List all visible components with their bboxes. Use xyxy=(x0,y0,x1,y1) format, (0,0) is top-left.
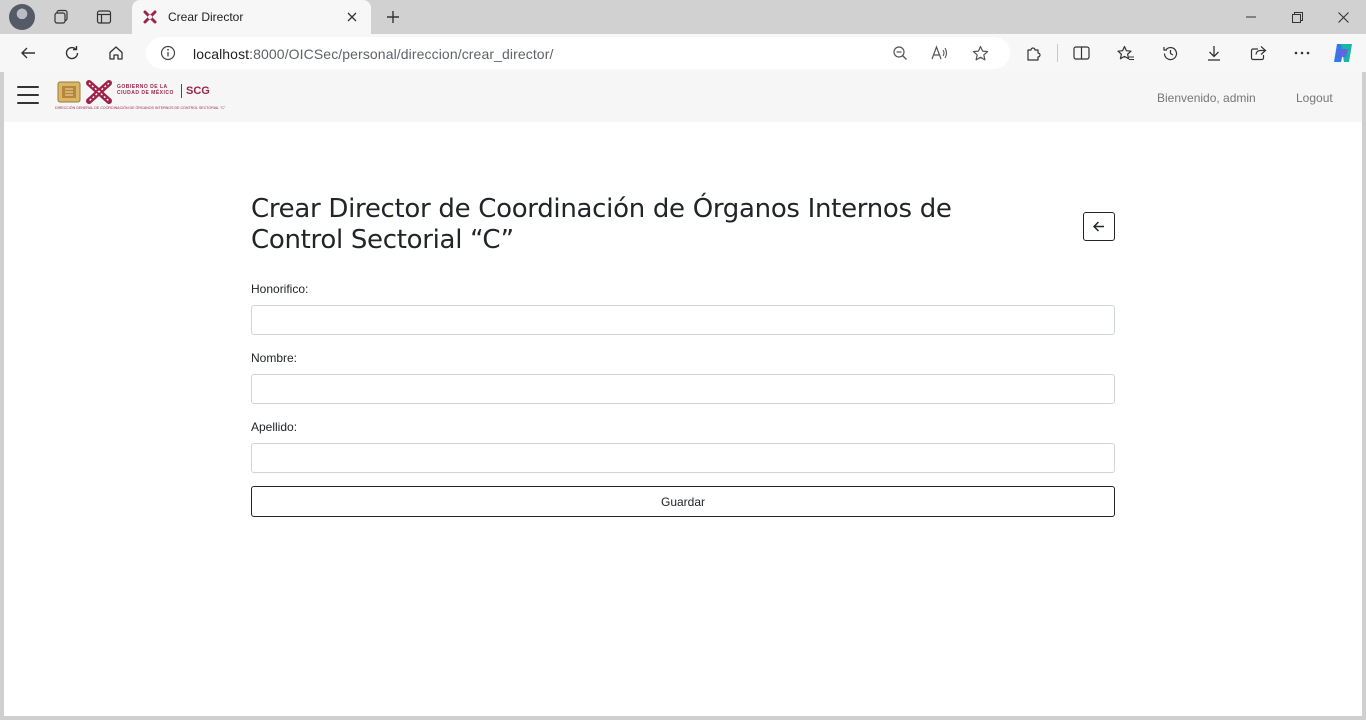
more-options-icon[interactable] xyxy=(1286,38,1318,68)
favorites-icon[interactable] xyxy=(1110,38,1142,68)
close-tab-icon[interactable] xyxy=(341,6,363,28)
back-nav-icon[interactable] xyxy=(12,38,44,68)
read-aloud-icon[interactable] xyxy=(926,41,954,65)
profile-avatar[interactable] xyxy=(9,4,35,30)
hamburger-menu-icon[interactable] xyxy=(17,86,39,108)
logo-line-2: CIUDAD DE MÉXICO xyxy=(117,90,174,96)
site-logo[interactable]: GOBIERNO DE LA CIUDAD DE MÉXICO SCG DIRE… xyxy=(54,80,226,111)
refresh-icon[interactable] xyxy=(56,38,88,68)
logout-link[interactable]: Logout xyxy=(1296,91,1333,105)
honorifico-label: Honorifico: xyxy=(251,282,309,296)
nombre-input[interactable] xyxy=(251,374,1115,404)
honorifico-input[interactable] xyxy=(251,305,1115,335)
downloads-icon[interactable] xyxy=(1198,38,1230,68)
browser-titlebar: Crear Director xyxy=(0,0,1366,34)
extensions-icon[interactable] xyxy=(1017,38,1049,68)
share-icon[interactable] xyxy=(1242,38,1274,68)
save-button[interactable]: Guardar xyxy=(251,486,1115,517)
tab-actions-icon[interactable] xyxy=(89,3,119,31)
tab-title: Crear Director xyxy=(168,10,244,24)
favorite-star-icon[interactable] xyxy=(966,41,994,65)
site-info-icon[interactable] xyxy=(160,45,176,61)
welcome-text: Bienvenido, admin xyxy=(1157,91,1256,105)
cdmx-x-logo-icon xyxy=(86,80,112,104)
new-tab-icon[interactable] xyxy=(380,4,406,30)
split-screen-icon[interactable] xyxy=(1065,38,1097,68)
nombre-label: Nombre: xyxy=(251,351,298,365)
browser-tab-active[interactable]: Crear Director xyxy=(132,0,371,34)
restore-icon[interactable] xyxy=(1274,0,1320,34)
history-icon[interactable] xyxy=(1154,38,1186,68)
minimize-icon[interactable] xyxy=(1228,0,1274,34)
apellido-label: Apellido: xyxy=(251,420,298,434)
close-window-icon[interactable] xyxy=(1320,0,1366,34)
zoom-icon[interactable] xyxy=(886,41,914,65)
toolbar-separator xyxy=(1057,44,1058,62)
logo-divider xyxy=(181,84,182,98)
web-page: GOBIERNO DE LA CIUDAD DE MÉXICO SCG DIRE… xyxy=(4,72,1362,716)
workspaces-icon[interactable] xyxy=(47,3,77,31)
arrow-left-icon xyxy=(1093,221,1104,232)
address-bar[interactable]: localhost:8000/OICSec/personal/direccion… xyxy=(146,37,1010,69)
site-navbar: GOBIERNO DE LA CIUDAD DE MÉXICO SCG DIRE… xyxy=(4,72,1362,122)
url-text[interactable]: localhost:8000/OICSec/personal/direccion… xyxy=(193,46,553,62)
site-favicon-icon xyxy=(143,10,157,24)
coat-of-arms-icon xyxy=(57,81,81,103)
home-icon[interactable] xyxy=(100,38,132,68)
page-title: Crear Director de Coordinación de Órgano… xyxy=(251,194,952,255)
logo-scg: SCG xyxy=(186,85,210,97)
logo-subtitle: DIRECCIÓN GENERAL DE COORDINACIÓN DE ÓRG… xyxy=(55,106,226,110)
apellido-input[interactable] xyxy=(251,443,1115,473)
back-button[interactable] xyxy=(1083,212,1115,241)
browser-toolbar: localhost:8000/OICSec/personal/direccion… xyxy=(0,34,1366,72)
copilot-icon[interactable] xyxy=(1327,38,1359,68)
